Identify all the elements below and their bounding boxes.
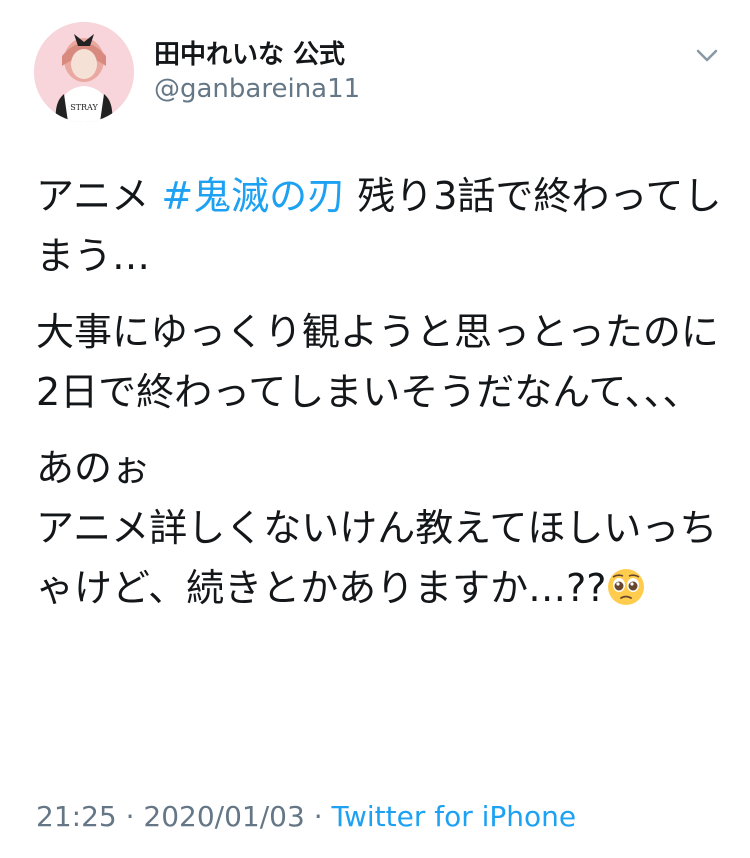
hashtag-link[interactable]: #鬼滅の刃 bbox=[161, 174, 345, 218]
tweet-source-link[interactable]: Twitter for iPhone bbox=[332, 800, 577, 833]
tweet-date[interactable]: 2020/01/03 bbox=[143, 800, 304, 833]
tweet-paragraph-2: 大事にゆっくり観ようと思っとったのに2日で終わってしまいそうだなんて、、、 bbox=[36, 310, 719, 414]
svg-text:STRAY: STRAY bbox=[70, 103, 98, 112]
tweet-text-segment: あのぉ bbox=[36, 446, 151, 490]
tweet-paragraph-1: アニメ #鬼滅の刃 残り3話で終わってしまう… bbox=[36, 166, 726, 286]
user-handle[interactable]: @ganbareina11 bbox=[154, 74, 360, 104]
avatar[interactable]: STRAY bbox=[34, 22, 134, 122]
tweet-time[interactable]: 21:25 bbox=[36, 800, 117, 833]
separator: · bbox=[304, 800, 332, 833]
chevron-down-icon[interactable] bbox=[692, 44, 722, 68]
pleading-face-icon bbox=[608, 569, 645, 605]
tweet-text-segment: アニメ bbox=[36, 174, 162, 218]
tweet-meta: 21:25 · 2020/01/03 · Twitter for iPhone bbox=[36, 800, 576, 833]
tweet-header: STRAY 田中れいな 公式 @ganbareina11 bbox=[0, 0, 750, 140]
tweet-text: アニメ #鬼滅の刃 残り3話で終わってしまう… 大事にゆっくり観ようと思っとった… bbox=[36, 166, 726, 634]
display-name[interactable]: 田中れいな 公式 bbox=[154, 34, 345, 71]
avatar-image: STRAY bbox=[34, 22, 134, 122]
separator: · bbox=[116, 800, 144, 833]
tweet-paragraph-3: あのぉ アニメ詳しくないけん教えてほしいっちゃけど、続きとかありますか…?? bbox=[36, 438, 726, 618]
